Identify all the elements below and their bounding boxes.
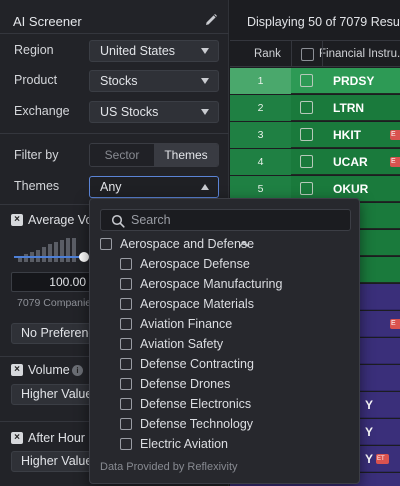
results-count: Displaying 50 of 7079 Results xyxy=(247,15,400,29)
option-label: Aerospace Defense xyxy=(140,257,250,271)
panel-title: AI Screener xyxy=(13,14,82,29)
option-checkbox[interactable] xyxy=(120,378,132,390)
tag-badge: E xyxy=(390,157,400,167)
symbol-cell[interactable]: HKIT xyxy=(333,122,361,148)
option-checkbox[interactable] xyxy=(120,358,132,370)
caret-down-icon xyxy=(201,48,209,54)
themes-label: Themes xyxy=(14,179,60,193)
volume-histogram xyxy=(18,236,88,262)
option-checkbox[interactable] xyxy=(120,318,132,330)
close-x-icon[interactable]: × xyxy=(11,214,23,226)
region-label: Region xyxy=(14,43,54,57)
table-row[interactable]: 2 LTRN xyxy=(230,95,400,121)
divider xyxy=(0,33,229,34)
option-checkbox[interactable] xyxy=(120,298,132,310)
group-checkbox[interactable] xyxy=(100,238,112,250)
option-checkbox[interactable] xyxy=(120,438,132,450)
select-all-checkbox[interactable] xyxy=(301,48,314,61)
symbol-cell[interactable]: Y xyxy=(365,392,373,418)
search-field[interactable] xyxy=(100,209,351,231)
themes-option[interactable]: Themes xyxy=(154,144,218,166)
row-checkbox[interactable] xyxy=(300,128,313,141)
info-icon[interactable]: i xyxy=(72,365,83,376)
rank-cell: 3 xyxy=(230,122,291,148)
table-header: Rank Financial Instru... xyxy=(230,40,400,67)
option-label: Electric Aviation xyxy=(140,437,229,451)
table-row[interactable]: 4 UCAR E xyxy=(230,149,400,175)
themes-select[interactable]: Any xyxy=(89,176,219,198)
divider xyxy=(322,40,323,67)
search-icon xyxy=(111,214,125,228)
data-provider-note: Data Provided by Reflexivity xyxy=(100,461,238,473)
symbol-cell[interactable]: UCAR xyxy=(333,149,368,175)
option-label: Aerospace Materials xyxy=(140,297,254,311)
rank-cell: 4 xyxy=(230,149,291,175)
row-checkbox[interactable] xyxy=(300,182,313,195)
table-row[interactable]: 1 PRDSY xyxy=(230,68,400,94)
region-value: United States xyxy=(100,44,176,58)
option-checkbox[interactable] xyxy=(120,278,132,290)
caret-down-icon xyxy=(201,78,209,84)
financial-instrument-header[interactable]: Financial Instru... xyxy=(319,48,400,60)
option-checkbox[interactable] xyxy=(120,418,132,430)
caret-up-icon xyxy=(201,184,209,190)
close-x-icon[interactable]: × xyxy=(11,364,23,376)
divider xyxy=(291,40,292,67)
exchange-select[interactable]: US Stocks xyxy=(89,101,219,123)
row-checkbox[interactable] xyxy=(300,101,313,114)
option-label: Defense Drones xyxy=(140,377,231,391)
symbol-cell[interactable]: Y xyxy=(365,419,373,445)
pencil-icon[interactable] xyxy=(204,13,218,27)
option-label: Aviation Safety xyxy=(140,337,224,351)
product-label: Product xyxy=(14,73,58,87)
sector-option[interactable]: Sector xyxy=(90,144,154,166)
close-x-icon[interactable]: × xyxy=(11,432,23,444)
caret-down-icon xyxy=(201,109,209,115)
rank-header[interactable]: Rank xyxy=(254,48,281,60)
slider-handle[interactable] xyxy=(79,252,89,262)
rank-cell: 1 xyxy=(230,68,291,94)
tag-badge: E xyxy=(390,130,400,140)
tag-badge: ET xyxy=(376,454,389,464)
companies-count: 7079 Companies xyxy=(17,297,97,309)
option-label: Aviation Finance xyxy=(140,317,233,331)
product-value: Stocks xyxy=(100,74,138,88)
filter-by-toggle: Sector Themes xyxy=(89,143,219,167)
table-row[interactable]: 3 HKIT E xyxy=(230,122,400,148)
symbol-cell[interactable]: Y xyxy=(365,446,373,472)
divider xyxy=(0,133,229,134)
themes-dropdown: Aerospace and Defense Aerospace Defense … xyxy=(89,198,360,484)
option-label: Aerospace Manufacturing xyxy=(140,277,283,291)
option-checkbox[interactable] xyxy=(120,398,132,410)
search-input[interactable] xyxy=(131,211,341,229)
option-label: Defense Contracting xyxy=(140,357,254,371)
product-select[interactable]: Stocks xyxy=(89,70,219,92)
option-checkbox[interactable] xyxy=(120,258,132,270)
option-label: Defense Technology xyxy=(140,417,254,431)
exchange-value: US Stocks xyxy=(100,105,159,119)
tag-badge: E xyxy=(390,319,400,329)
region-select[interactable]: United States xyxy=(89,40,219,62)
row-checkbox[interactable] xyxy=(300,74,313,87)
slider-track[interactable] xyxy=(14,256,84,258)
volume-title: Volume xyxy=(28,363,70,377)
row-checkbox[interactable] xyxy=(300,155,313,168)
panel-header: AI Screener xyxy=(0,8,229,36)
group-label: Aerospace and Defense xyxy=(120,237,255,251)
symbol-cell[interactable]: LTRN xyxy=(333,95,364,121)
rank-cell: 2 xyxy=(230,95,291,121)
average-volume-input[interactable]: 100.00 xyxy=(11,272,91,292)
themes-value: Any xyxy=(100,180,122,194)
option-checkbox[interactable] xyxy=(120,338,132,350)
exchange-label: Exchange xyxy=(14,104,70,118)
symbol-cell[interactable]: PRDSY xyxy=(333,68,374,94)
option-label: Defense Electronics xyxy=(140,397,252,411)
filter-by-label: Filter by xyxy=(14,148,59,162)
chevron-up-icon[interactable] xyxy=(238,239,250,249)
